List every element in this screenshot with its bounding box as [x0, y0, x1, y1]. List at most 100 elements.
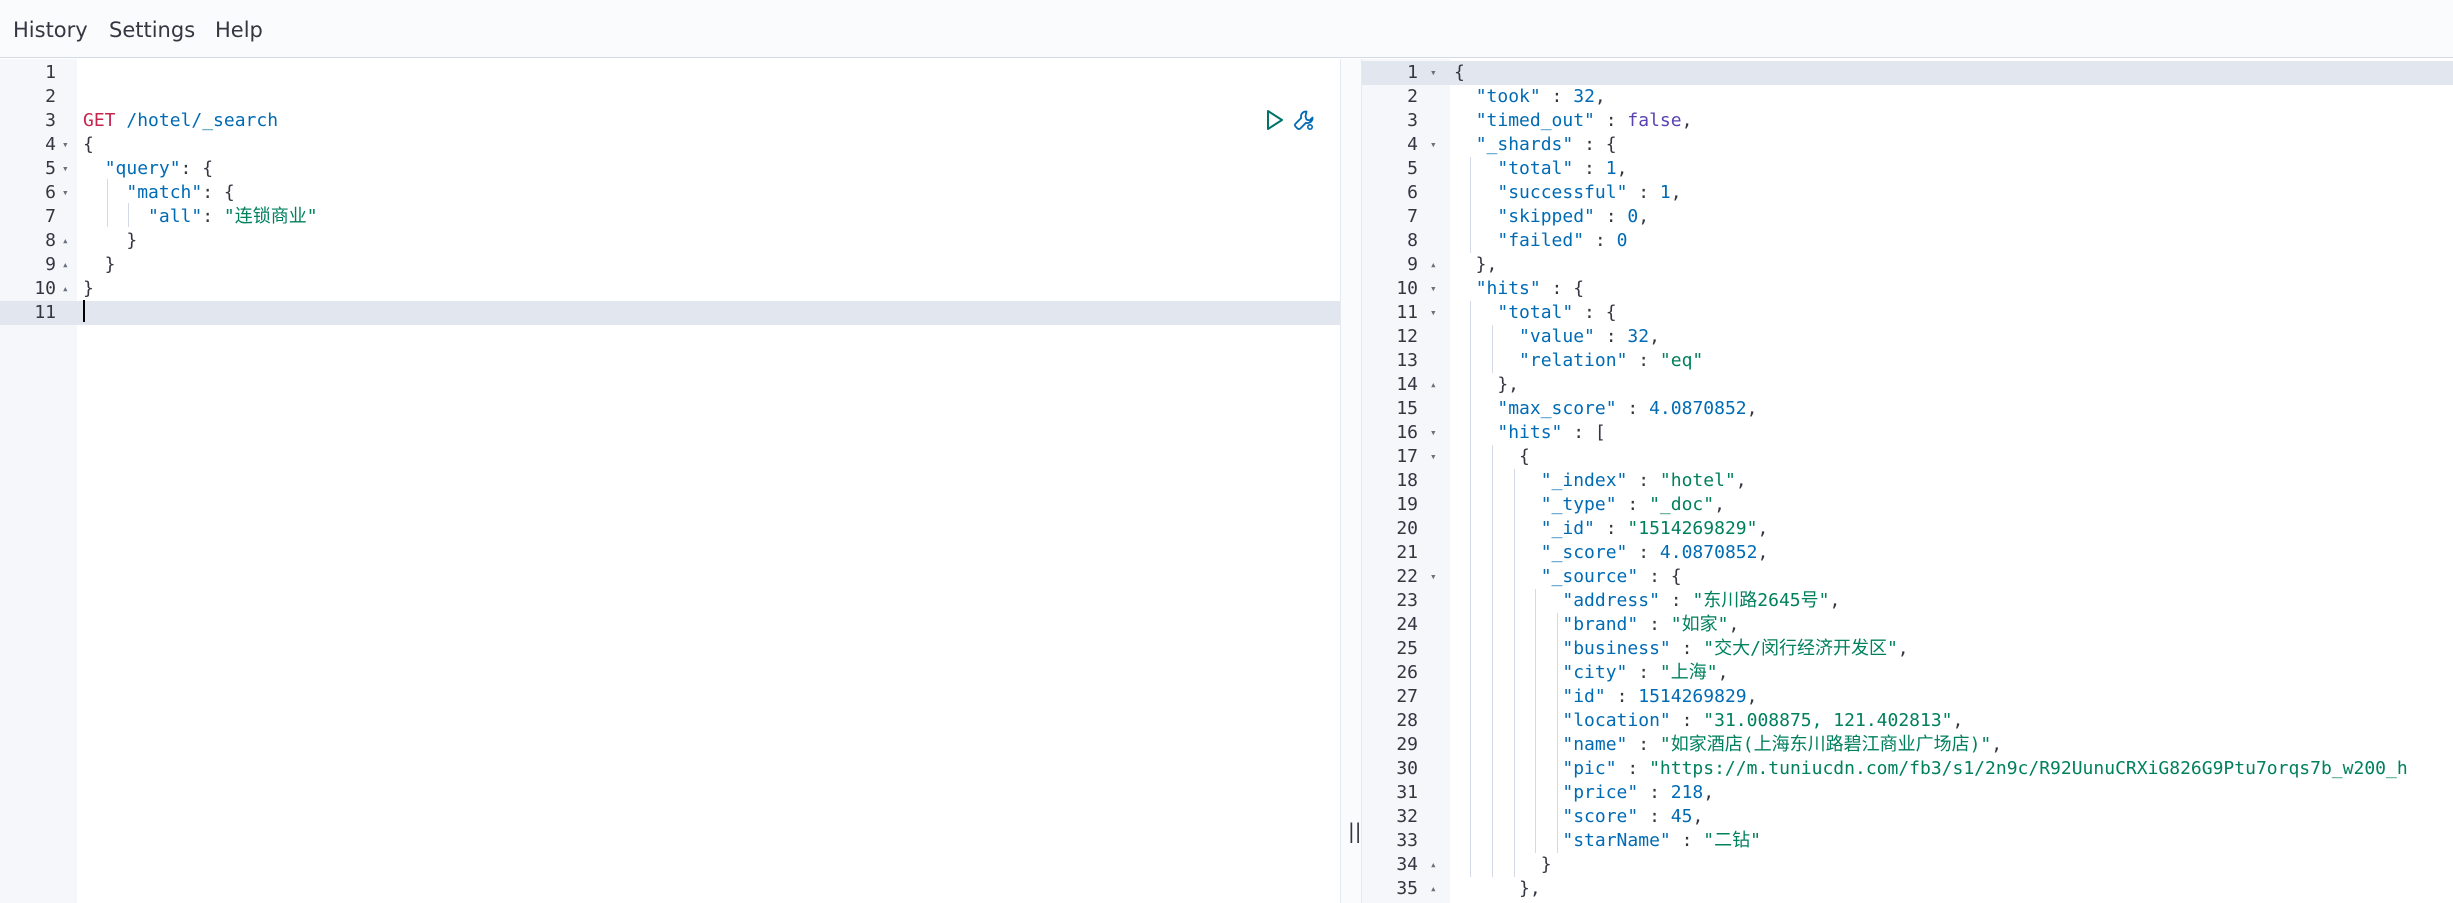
response-line[interactable]: 9 ▴ },	[1362, 253, 2453, 277]
request-line[interactable]: 5 ▾ "query": {	[0, 157, 1340, 181]
fold-open-icon[interactable]: ▾	[1430, 133, 1437, 157]
fold-close-icon[interactable]: ▴	[62, 253, 69, 277]
code-text: "skipped" : 0,	[1454, 205, 1649, 229]
code-text: "hits" : {	[1454, 277, 1584, 301]
response-line[interactable]: 6 "successful" : 1,	[1362, 181, 2453, 205]
fold-open-icon[interactable]: ▾	[1430, 445, 1437, 469]
code-token: },	[1454, 878, 1541, 899]
code-token: "如家酒店(上海东川路碧江商业广场店)"	[1659, 734, 1992, 755]
response-line[interactable]: 34 ▴ }	[1362, 853, 2453, 877]
line-number: 5	[1407, 158, 1418, 179]
fold-close-icon[interactable]: ▴	[62, 277, 69, 301]
fold-close-icon[interactable]: ▴	[1430, 373, 1437, 397]
fold-close-icon[interactable]: ▴	[1430, 253, 1437, 277]
response-line[interactable]: 14 ▴ },	[1362, 373, 2453, 397]
pane-splitter[interactable]: ||	[1340, 59, 1362, 903]
line-number: 8	[45, 230, 56, 251]
fold-open-icon[interactable]: ▾	[1430, 421, 1437, 445]
request-line[interactable]: 2	[0, 85, 1340, 109]
wrench-icon[interactable]	[1292, 108, 1316, 132]
menu-settings[interactable]: Settings	[109, 18, 195, 42]
response-line[interactable]: 13 "relation" : "eq"	[1362, 349, 2453, 373]
response-line[interactable]: 24 "brand" : "如家",	[1362, 613, 2453, 637]
code-token: ,	[1703, 782, 1715, 803]
response-line[interactable]: 12 "value" : 32,	[1362, 325, 2453, 349]
response-line[interactable]: 4 ▾ "_shards" : {	[1362, 133, 2453, 157]
code-token: "hotel"	[1659, 470, 1736, 491]
response-line[interactable]: 30 "pic" : "https://m.tuniucdn.com/fb3/s…	[1362, 757, 2453, 781]
fold-close-icon[interactable]: ▴	[62, 229, 69, 253]
line-number: 11	[34, 302, 56, 323]
request-line[interactable]: 11	[0, 301, 1340, 325]
request-line[interactable]: 10 ▴}	[0, 277, 1340, 301]
fold-close-icon[interactable]: ▴	[1430, 877, 1437, 901]
code-token: "1514269829"	[1627, 518, 1758, 539]
response-line[interactable]: 32 "score" : 45,	[1362, 805, 2453, 829]
response-line[interactable]: 20 "_id" : "1514269829",	[1362, 517, 2453, 541]
response-line[interactable]: 31 "price" : 218,	[1362, 781, 2453, 805]
request-line[interactable]: 8 ▴ }	[0, 229, 1340, 253]
response-line[interactable]: 1 ▾ {	[1362, 61, 2453, 85]
response-line[interactable]: 35 ▴ },	[1362, 877, 2453, 901]
code-token: {	[1454, 62, 1465, 83]
fold-open-icon[interactable]: ▾	[1430, 301, 1437, 325]
response-line[interactable]: 11 ▾ "total" : {	[1362, 301, 2453, 325]
response-viewer[interactable]: 1 ▾{2 "took" : 32, 3 "timed_out" : false, 4…	[1362, 59, 2453, 903]
play-icon[interactable]	[1262, 108, 1286, 132]
code-token: :	[202, 206, 224, 227]
response-line[interactable]: 28 "location" : "31.008875, 121.402813",	[1362, 709, 2453, 733]
response-line[interactable]: 5 "total" : 1,	[1362, 157, 2453, 181]
code-token: 1514269829	[1638, 686, 1747, 707]
line-number: 23	[1396, 590, 1418, 611]
response-line[interactable]: 10 ▾ "hits" : {	[1362, 277, 2453, 301]
response-line[interactable]: 2 "took" : 32,	[1362, 85, 2453, 109]
fold-open-icon[interactable]: ▾	[62, 157, 69, 181]
request-line[interactable]: 4 ▾ {	[0, 133, 1340, 157]
request-line[interactable]: 6 ▾ "match": {	[0, 181, 1340, 205]
response-line[interactable]: 19 "_type" : "_doc",	[1362, 493, 2453, 517]
request-line[interactable]: 9 ▴ }	[0, 253, 1340, 277]
response-line[interactable]: 26 "city" : "上海",	[1362, 661, 2453, 685]
response-line[interactable]: 7 "skipped" : 0,	[1362, 205, 2453, 229]
response-line[interactable]: 33 "starName" : "二钻"	[1362, 829, 2453, 853]
code-token: :	[1594, 518, 1628, 539]
response-line[interactable]: 17 ▾ {	[1362, 445, 2453, 469]
fold-open-icon[interactable]: ▾	[1430, 61, 1437, 85]
response-line[interactable]: 8 "failed" : 0	[1362, 229, 2453, 253]
line-number: 7	[45, 206, 56, 227]
code-token: :	[1594, 110, 1628, 131]
code-token: "location"	[1562, 710, 1671, 731]
menu-help[interactable]: Help	[215, 18, 263, 42]
code-token: "starName"	[1562, 830, 1671, 851]
fold-open-icon[interactable]: ▾	[62, 133, 69, 157]
response-line[interactable]: 22 ▾ "_source" : {	[1362, 565, 2453, 589]
code-token: "二钻"	[1703, 830, 1761, 851]
code-text: "timed_out" : false,	[1454, 109, 1693, 133]
response-line[interactable]: 29 "name" : "如家酒店(上海东川路碧江商业广场店)",	[1362, 733, 2453, 757]
fold-close-icon[interactable]: ▴	[1430, 853, 1437, 877]
response-line[interactable]: 23 "address" : "东川路2645号",	[1362, 589, 2453, 613]
fold-open-icon[interactable]: ▾	[1430, 565, 1437, 589]
request-editor[interactable]: 1 2 3 GET /hotel/_search 4 ▾{5 ▾ "query": {6 ▾ …	[0, 59, 1340, 903]
request-line[interactable]: 7 "all": "连锁商业"	[0, 205, 1340, 229]
code-token: 45	[1670, 806, 1693, 827]
splitter-grip-icon[interactable]: ||	[1348, 819, 1361, 843]
response-line[interactable]: 21 "_score" : 4.0870852,	[1362, 541, 2453, 565]
response-line[interactable]: 18 "_index" : "hotel",	[1362, 469, 2453, 493]
fold-open-icon[interactable]: ▾	[62, 181, 69, 205]
fold-open-icon[interactable]: ▾	[1430, 277, 1437, 301]
response-line[interactable]: 27 "id" : 1514269829,	[1362, 685, 2453, 709]
response-line[interactable]: 15 "max_score" : 4.0870852,	[1362, 397, 2453, 421]
response-line[interactable]: 3 "timed_out" : false,	[1362, 109, 2453, 133]
code-token: :	[1670, 830, 1704, 851]
code-token: :	[1573, 158, 1606, 179]
code-token: "如家"	[1670, 614, 1729, 635]
line-number: 9	[45, 254, 56, 275]
request-line[interactable]: 1	[0, 61, 1340, 85]
request-line[interactable]: 3 GET /hotel/_search	[0, 109, 1340, 133]
response-line[interactable]: 25 "business" : "交大/闵行经济开发区",	[1362, 637, 2453, 661]
code-text: {	[83, 133, 94, 157]
response-line[interactable]: 16 ▾ "hits" : [	[1362, 421, 2453, 445]
menu-history[interactable]: History	[13, 18, 88, 42]
